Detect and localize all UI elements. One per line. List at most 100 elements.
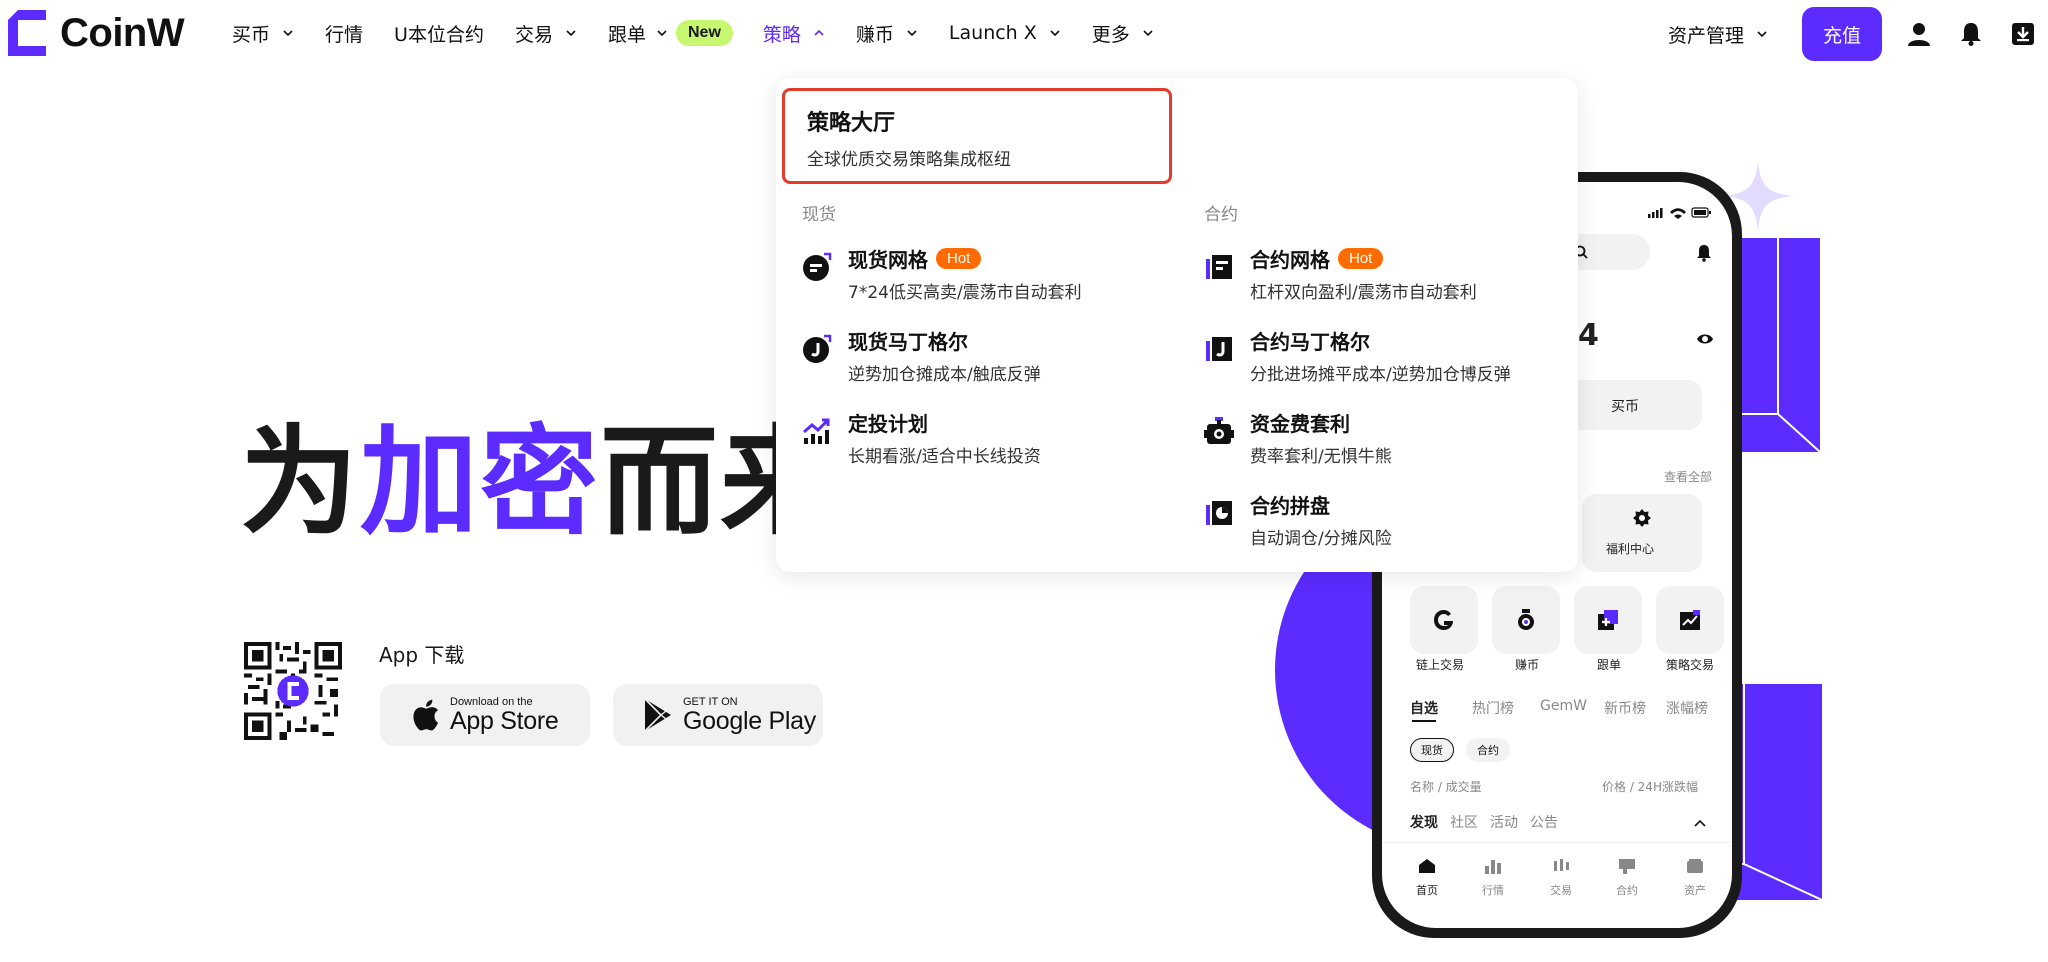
phone-divider (1382, 842, 1732, 843)
nav-label: 策略 (762, 23, 801, 46)
google-play-text: GET IT ON Google Play (683, 696, 816, 734)
asset-management-menu[interactable]: 资产管理 (1668, 21, 1768, 48)
chevron-up-icon (1694, 819, 1706, 827)
status-bar-icons (1648, 207, 1711, 219)
phone-market-tab: 涨幅榜 (1666, 701, 1708, 717)
funding-rate-arb-desc: 费率套利/无惧牛熊 (1250, 447, 1392, 467)
chevron-down-icon (566, 30, 576, 37)
main-menu: 买币 行情 U本位合约 交易 跟单 New 策略 赚币 Launch X 更多 (232, 16, 1185, 50)
phone-tile-strategy (1656, 586, 1724, 654)
phone-list-header-right: 价格 / 24H涨跌幅 (1602, 780, 1698, 794)
phone-tile-label: 赚币 (1515, 658, 1540, 672)
copy-trade-icon (1598, 610, 1618, 630)
nav-earn[interactable]: 赚币 (856, 20, 918, 47)
item-title-text: 定投计划 (848, 412, 928, 436)
phone-sub-tab: 发现 (1410, 815, 1438, 831)
futures-martingale-title: 合约马丁格尔 (1250, 326, 1370, 355)
hot-badge: Hot (936, 248, 982, 269)
hero-title-pre: 为 (240, 413, 361, 551)
user-icon[interactable] (1904, 19, 1934, 49)
nav-usdt-futures[interactable]: U本位合约 (394, 20, 484, 47)
nav-label: 跟单 (607, 23, 646, 46)
funding-rate-arb-item[interactable]: 资金费套利 费率套利/无惧牛熊 (1204, 408, 1584, 474)
nav-strategy[interactable]: 策略 (763, 20, 825, 47)
brand-name: CoinW (60, 10, 185, 55)
phone-tile-label: 策略交易 (1666, 658, 1715, 672)
futures-martingale-item[interactable]: 合约马丁格尔 分批进场摊平成本/逆势加仓博反弹 (1204, 326, 1584, 392)
chevron-down-icon (1050, 30, 1060, 37)
phone-sub-tab: 社区 (1450, 815, 1478, 831)
google-play-icon (644, 698, 671, 732)
trade-icon (1554, 859, 1569, 871)
onchain-icon (1434, 610, 1453, 630)
eye-icon (1697, 334, 1713, 344)
futures-grid-desc: 杠杆双向盈利/震荡市自动套利 (1250, 283, 1477, 303)
phone-tile-earn (1492, 586, 1560, 654)
strategy-hall-link[interactable]: 策略大厅 全球优质交易策略集成枢纽 (782, 88, 1172, 184)
chevron-down-icon (1143, 30, 1153, 37)
phone-sub-tab: 公告 (1530, 815, 1558, 831)
spot-section-heading: 现货 (802, 205, 836, 225)
phone-welfare-card: 福利中心 (1582, 494, 1702, 572)
futures-combo-item[interactable]: 合约拼盘 自动调仓/分摊风险 (1204, 490, 1584, 556)
assets-icon (1687, 859, 1703, 873)
dca-plan-item[interactable]: 定投计划 长期看涨/适合中长线投资 (802, 408, 1182, 474)
futures-icon (1619, 859, 1635, 874)
nav-launch-x[interactable]: Launch X (949, 22, 1061, 44)
phone-bottom-nav-label: 资产 (1684, 884, 1706, 897)
bell-icon[interactable] (1956, 19, 1986, 49)
phone-tile-onchain (1410, 586, 1478, 654)
item-title-text: 资金费套利 (1250, 412, 1350, 436)
phone-tab-underline (1412, 720, 1436, 722)
nav-trade[interactable]: 交易 (515, 20, 577, 47)
phone-bottom-nav-label: 行情 (1482, 884, 1504, 897)
nav-label: 赚币 (855, 23, 894, 46)
phone-tile-copy (1574, 586, 1642, 654)
chevron-down-icon (1757, 31, 1767, 38)
app-store-button[interactable]: Download on the App Store (380, 684, 590, 746)
item-title-text: 合约网格 (1250, 248, 1330, 272)
hot-badge: Hot (1338, 248, 1384, 269)
futures-combo-icon (1206, 501, 1232, 525)
phone-market-tab: 热门榜 (1472, 701, 1514, 717)
nav-buy-crypto[interactable]: 买币 (232, 20, 294, 47)
phone-sub-tab: 活动 (1490, 815, 1518, 831)
phone-buy-label: 买币 (1611, 399, 1639, 415)
phone-filter-pill: 合约 (1466, 738, 1510, 762)
nav-copy-trading[interactable]: 跟单 New (608, 20, 733, 47)
coinw-logo[interactable]: CoinW (8, 10, 185, 56)
spot-grid-item[interactable]: 现货网格 Hot 7*24低买高卖/震荡市自动套利 (802, 244, 1182, 310)
chevron-down-icon (657, 30, 667, 37)
futures-grid-title: 合约网格 Hot (1250, 244, 1384, 273)
download-icon[interactable] (2008, 19, 2038, 49)
chevron-up-icon (814, 29, 824, 36)
futures-grid-icon (1206, 255, 1232, 279)
phone-view-all: 查看全部 (1664, 470, 1713, 484)
phone-market-tab: 新币榜 (1604, 701, 1646, 717)
spot-martingale-title: 现货马丁格尔 (848, 326, 968, 355)
app-store-text: Download on the App Store (450, 696, 559, 735)
phone-market-tab: GemW (1540, 698, 1587, 714)
spot-martingale-item[interactable]: 现货马丁格尔 逆势加仓摊成本/触底反弹 (802, 326, 1182, 392)
new-badge: New (675, 20, 733, 46)
nav-label: 行情 (325, 23, 364, 46)
nav-more[interactable]: 更多 (1092, 20, 1154, 47)
nav-label: U本位合约 (394, 23, 484, 46)
earn-icon (1518, 609, 1534, 630)
nav-markets[interactable]: 行情 (325, 20, 363, 47)
phone-tile-label: 链上交易 (1416, 658, 1465, 672)
deposit-button[interactable]: 充值 (1802, 7, 1882, 61)
funding-rate-icon (1204, 417, 1234, 444)
dca-plan-desc: 长期看涨/适合中长线投资 (848, 447, 1041, 467)
nav-right: 资产管理 充值 (1668, 6, 2048, 62)
nav-label: 交易 (514, 23, 553, 46)
app-store-big-text: App Store (450, 707, 559, 735)
futures-section-heading: 合约 (1204, 205, 1238, 225)
google-play-button[interactable]: GET IT ON Google Play (613, 684, 823, 746)
funding-rate-arb-title: 资金费套利 (1250, 408, 1350, 437)
futures-grid-item[interactable]: 合约网格 Hot 杠杆双向盈利/震荡市自动套利 (1204, 244, 1584, 310)
martingale-icon (803, 334, 832, 363)
spot-grid-title: 现货网格 Hot (848, 244, 982, 273)
grid-bot-icon (803, 252, 832, 281)
chevron-down-icon (907, 30, 917, 37)
